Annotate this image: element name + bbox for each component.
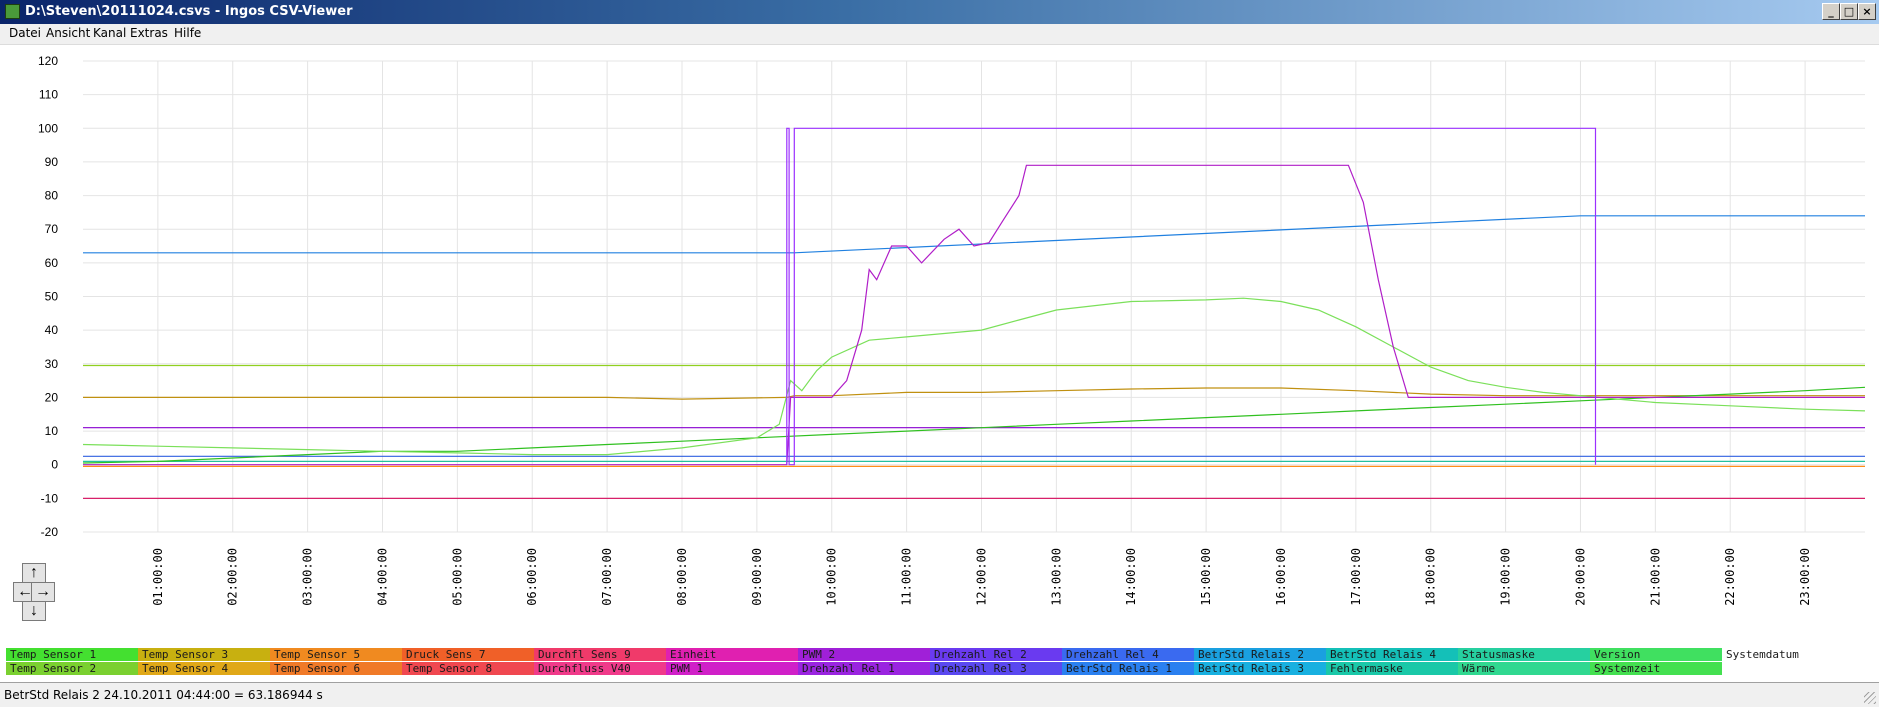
y-tick-label: -10 — [41, 491, 59, 505]
x-tick-label: 10:00:00 — [825, 548, 839, 606]
x-tick-label: 04:00:00 — [375, 548, 389, 606]
resize-grip[interactable] — [1864, 692, 1876, 704]
legend-item[interactable]: Drehzahl Rel 3 — [930, 662, 1062, 675]
legend-item[interactable]: BetrStd Relais 3 — [1194, 662, 1326, 675]
x-tick-label: 12:00:00 — [974, 548, 988, 606]
legend-item[interactable]: Statusmaske — [1458, 648, 1590, 661]
legend-item[interactable]: Systemdatum — [1722, 648, 1854, 661]
legend-item[interactable]: Temp Sensor 4 — [138, 662, 270, 675]
scroll-down-icon[interactable]: ↓ — [22, 601, 46, 621]
legend-item[interactable]: Temp Sensor 5 — [270, 648, 402, 661]
x-tick-label: 18:00:00 — [1424, 548, 1438, 606]
y-tick-label: 30 — [45, 357, 59, 371]
window-title: D:\Steven\20111024.csvs - Ingos CSV-View… — [25, 4, 353, 19]
scroll-right-icon[interactable]: → — [31, 582, 55, 602]
legend-item[interactable]: Systemzeit — [1590, 662, 1722, 675]
y-tick-label: 20 — [45, 390, 59, 404]
x-tick-label: 03:00:00 — [301, 548, 315, 606]
legend-item[interactable]: PWM 1 — [666, 662, 798, 675]
x-tick-label: 16:00:00 — [1274, 548, 1288, 606]
y-tick-label: -20 — [41, 525, 59, 539]
legend-item[interactable]: Wärme — [1458, 662, 1590, 675]
y-tick-label: 70 — [45, 222, 59, 236]
legend-item[interactable]: Temp Sensor 2 — [6, 662, 138, 675]
menu-ansicht[interactable]: Ansicht — [46, 26, 90, 40]
series-line-9 — [82, 386, 1866, 464]
legend-item[interactable]: BetrStd Relais 4 — [1326, 648, 1458, 661]
y-tick-label: 80 — [45, 189, 59, 203]
legend-item[interactable]: Drehzahl Rel 2 — [930, 648, 1062, 661]
minimize-button[interactable]: _ — [1822, 3, 1840, 20]
title-bar[interactable]: D:\Steven\20111024.csvs - Ingos CSV-View… — [0, 0, 1879, 24]
legend-item[interactable]: Temp Sensor 8 — [402, 662, 534, 675]
legend-item[interactable]: Temp Sensor 1 — [6, 648, 138, 661]
legend-item[interactable]: Durchfl Sens 9 — [534, 648, 666, 661]
x-tick-label: 15:00:00 — [1199, 548, 1213, 606]
menu-bar: Datei Ansicht Kanal Extras Hilfe — [0, 24, 1879, 45]
scroll-up-icon[interactable]: ↑ — [22, 563, 46, 583]
y-tick-label: 10 — [45, 424, 59, 438]
y-tick-label: 0 — [51, 458, 58, 472]
legend-item[interactable]: BetrStd Relais 1 — [1062, 662, 1194, 675]
x-tick-label: 23:00:00 — [1798, 548, 1812, 606]
x-tick-label: 06:00:00 — [525, 548, 539, 606]
y-tick-label: 100 — [38, 121, 58, 135]
x-tick-label: 20:00:00 — [1573, 548, 1587, 606]
x-tick-label: 11:00:00 — [900, 548, 914, 606]
legend-item[interactable]: Fehlermaske — [1326, 662, 1458, 675]
legend-item[interactable]: Druck Sens 7 — [402, 648, 534, 661]
legend-item[interactable]: Drehzahl Rel 1 — [798, 662, 930, 675]
app-icon[interactable] — [5, 4, 20, 19]
legend-item[interactable]: Version — [1590, 648, 1722, 661]
status-bar: BetrStd Relais 2 24.10.2011 04:44:00 = 6… — [0, 682, 1879, 707]
x-tick-label: 13:00:00 — [1049, 548, 1063, 606]
legend-item[interactable]: PWM 2 — [798, 648, 930, 661]
x-tick-label: 01:00:00 — [151, 548, 165, 606]
legend-item[interactable]: Drehzahl Rel 4 — [1062, 648, 1194, 661]
chart-plot[interactable]: 1201101009080706050403020100-10-2001:00:… — [0, 45, 1879, 645]
menu-datei[interactable]: Datei — [9, 26, 41, 40]
series-line-7 — [83, 215, 1865, 254]
y-tick-label: 120 — [38, 54, 58, 68]
status-text: BetrStd Relais 2 24.10.2011 04:44:00 = 6… — [4, 688, 323, 702]
menu-hilfe[interactable]: Hilfe — [174, 26, 201, 40]
menu-kanal[interactable]: Kanal — [93, 26, 126, 40]
x-tick-label: 17:00:00 — [1349, 548, 1363, 606]
x-tick-label: 19:00:00 — [1499, 548, 1513, 606]
y-tick-label: 90 — [45, 155, 59, 169]
legend-item[interactable]: Temp Sensor 6 — [270, 662, 402, 675]
x-tick-label: 21:00:00 — [1648, 548, 1662, 606]
series-line-11 — [83, 164, 1865, 466]
x-tick-label: 22:00:00 — [1723, 548, 1737, 606]
menu-extras[interactable]: Extras — [130, 26, 168, 40]
x-tick-label: 05:00:00 — [450, 548, 464, 606]
x-tick-label: 09:00:00 — [750, 548, 764, 606]
y-tick-label: 60 — [45, 256, 59, 270]
channel-legend: Temp Sensor 1 Temp Sensor 2 Temp Sensor 3T… — [6, 648, 1876, 676]
close-button[interactable]: × — [1858, 3, 1876, 20]
legend-item[interactable]: Einheit — [666, 648, 798, 661]
x-tick-label: 14:00:00 — [1124, 548, 1138, 606]
maximize-button[interactable]: □ — [1840, 3, 1858, 20]
x-tick-label: 08:00:00 — [675, 548, 689, 606]
legend-item[interactable]: Temp Sensor 3 — [138, 648, 270, 661]
y-tick-label: 110 — [39, 88, 58, 102]
x-tick-label: 07:00:00 — [600, 548, 614, 606]
y-tick-label: 50 — [45, 290, 59, 304]
legend-item[interactable]: BetrStd Relais 2 — [1194, 648, 1326, 661]
legend-item[interactable]: Durchfluss V40 — [534, 662, 666, 675]
x-tick-label: 02:00:00 — [226, 548, 240, 606]
y-tick-label: 40 — [45, 323, 59, 337]
